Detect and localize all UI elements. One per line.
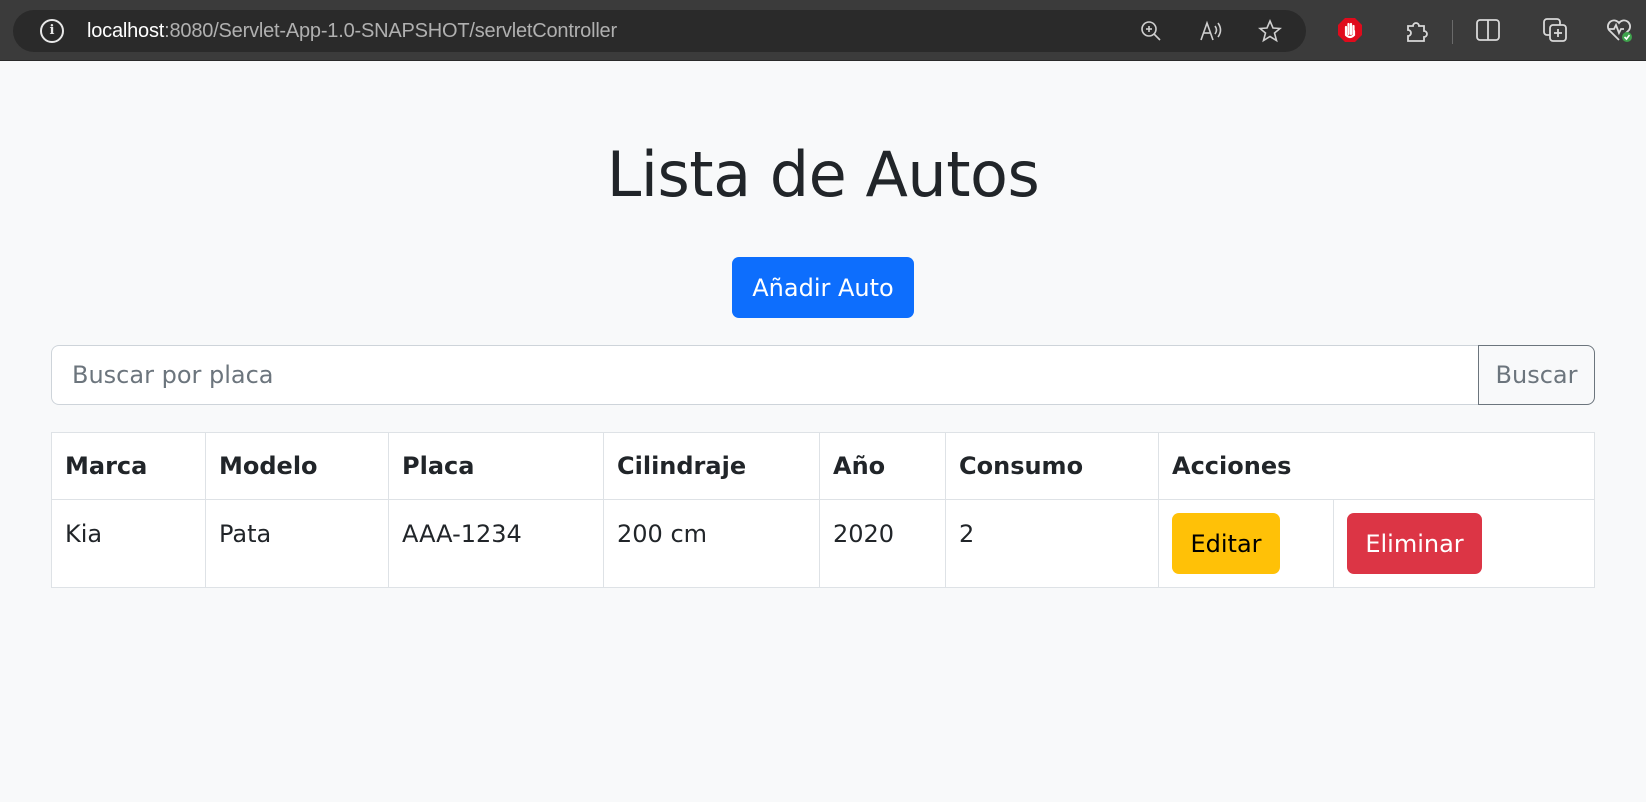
adblock-hand-icon[interactable] <box>1335 15 1365 45</box>
zoom-icon[interactable] <box>1138 18 1164 44</box>
browser-toolbar: i localhost:8080/Servlet-App-1.0-SNAPSHO… <box>0 0 1646 61</box>
cell-modelo: Pata <box>205 499 389 588</box>
favorite-star-icon[interactable] <box>1257 18 1283 44</box>
cell-edit-action: Editar <box>1158 499 1334 588</box>
extensions-icon[interactable] <box>1402 15 1432 45</box>
page-title: Lista de Autos <box>606 138 1040 211</box>
read-aloud-icon[interactable] <box>1198 18 1224 44</box>
cell-placa: AAA-1234 <box>388 499 604 588</box>
cell-delete-action: Eliminar <box>1333 499 1595 588</box>
toolbar-divider <box>1452 20 1453 44</box>
cell-marca: Kia <box>51 499 206 588</box>
autos-table: Marca Modelo Placa Cilindraje Año Consum… <box>51 432 1595 588</box>
header-marca: Marca <box>51 432 206 500</box>
header-placa: Placa <box>388 432 604 500</box>
search-button[interactable]: Buscar <box>1478 345 1595 405</box>
table-row: Kia Pata AAA-1234 200 cm 2020 2 Editar E… <box>51 499 1595 588</box>
header-acciones: Acciones <box>1158 432 1595 500</box>
cell-anio: 2020 <box>819 499 946 588</box>
header-anio: Año <box>819 432 946 500</box>
table-header-row: Marca Modelo Placa Cilindraje Año Consum… <box>51 432 1595 500</box>
browser-health-icon[interactable] <box>1605 15 1635 45</box>
header-consumo: Consumo <box>945 432 1159 500</box>
url-host: localhost <box>87 20 165 42</box>
url-text[interactable]: localhost:8080/Servlet-App-1.0-SNAPSHOT/… <box>87 20 617 43</box>
cell-consumo: 2 <box>945 499 1159 588</box>
edit-button[interactable]: Editar <box>1172 513 1280 574</box>
search-input[interactable] <box>51 345 1479 405</box>
add-auto-button[interactable]: Añadir Auto <box>732 257 914 318</box>
split-screen-icon[interactable] <box>1473 15 1503 45</box>
url-path: :8080/Servlet-App-1.0-SNAPSHOT/servletCo… <box>164 20 617 42</box>
header-cilindraje: Cilindraje <box>603 432 820 500</box>
info-icon[interactable]: i <box>40 19 64 43</box>
cell-cilindraje: 200 cm <box>603 499 820 588</box>
delete-button[interactable]: Eliminar <box>1347 513 1482 574</box>
collections-icon[interactable] <box>1540 15 1570 45</box>
header-modelo: Modelo <box>205 432 389 500</box>
address-bar[interactable]: i localhost:8080/Servlet-App-1.0-SNAPSHO… <box>13 10 1306 52</box>
